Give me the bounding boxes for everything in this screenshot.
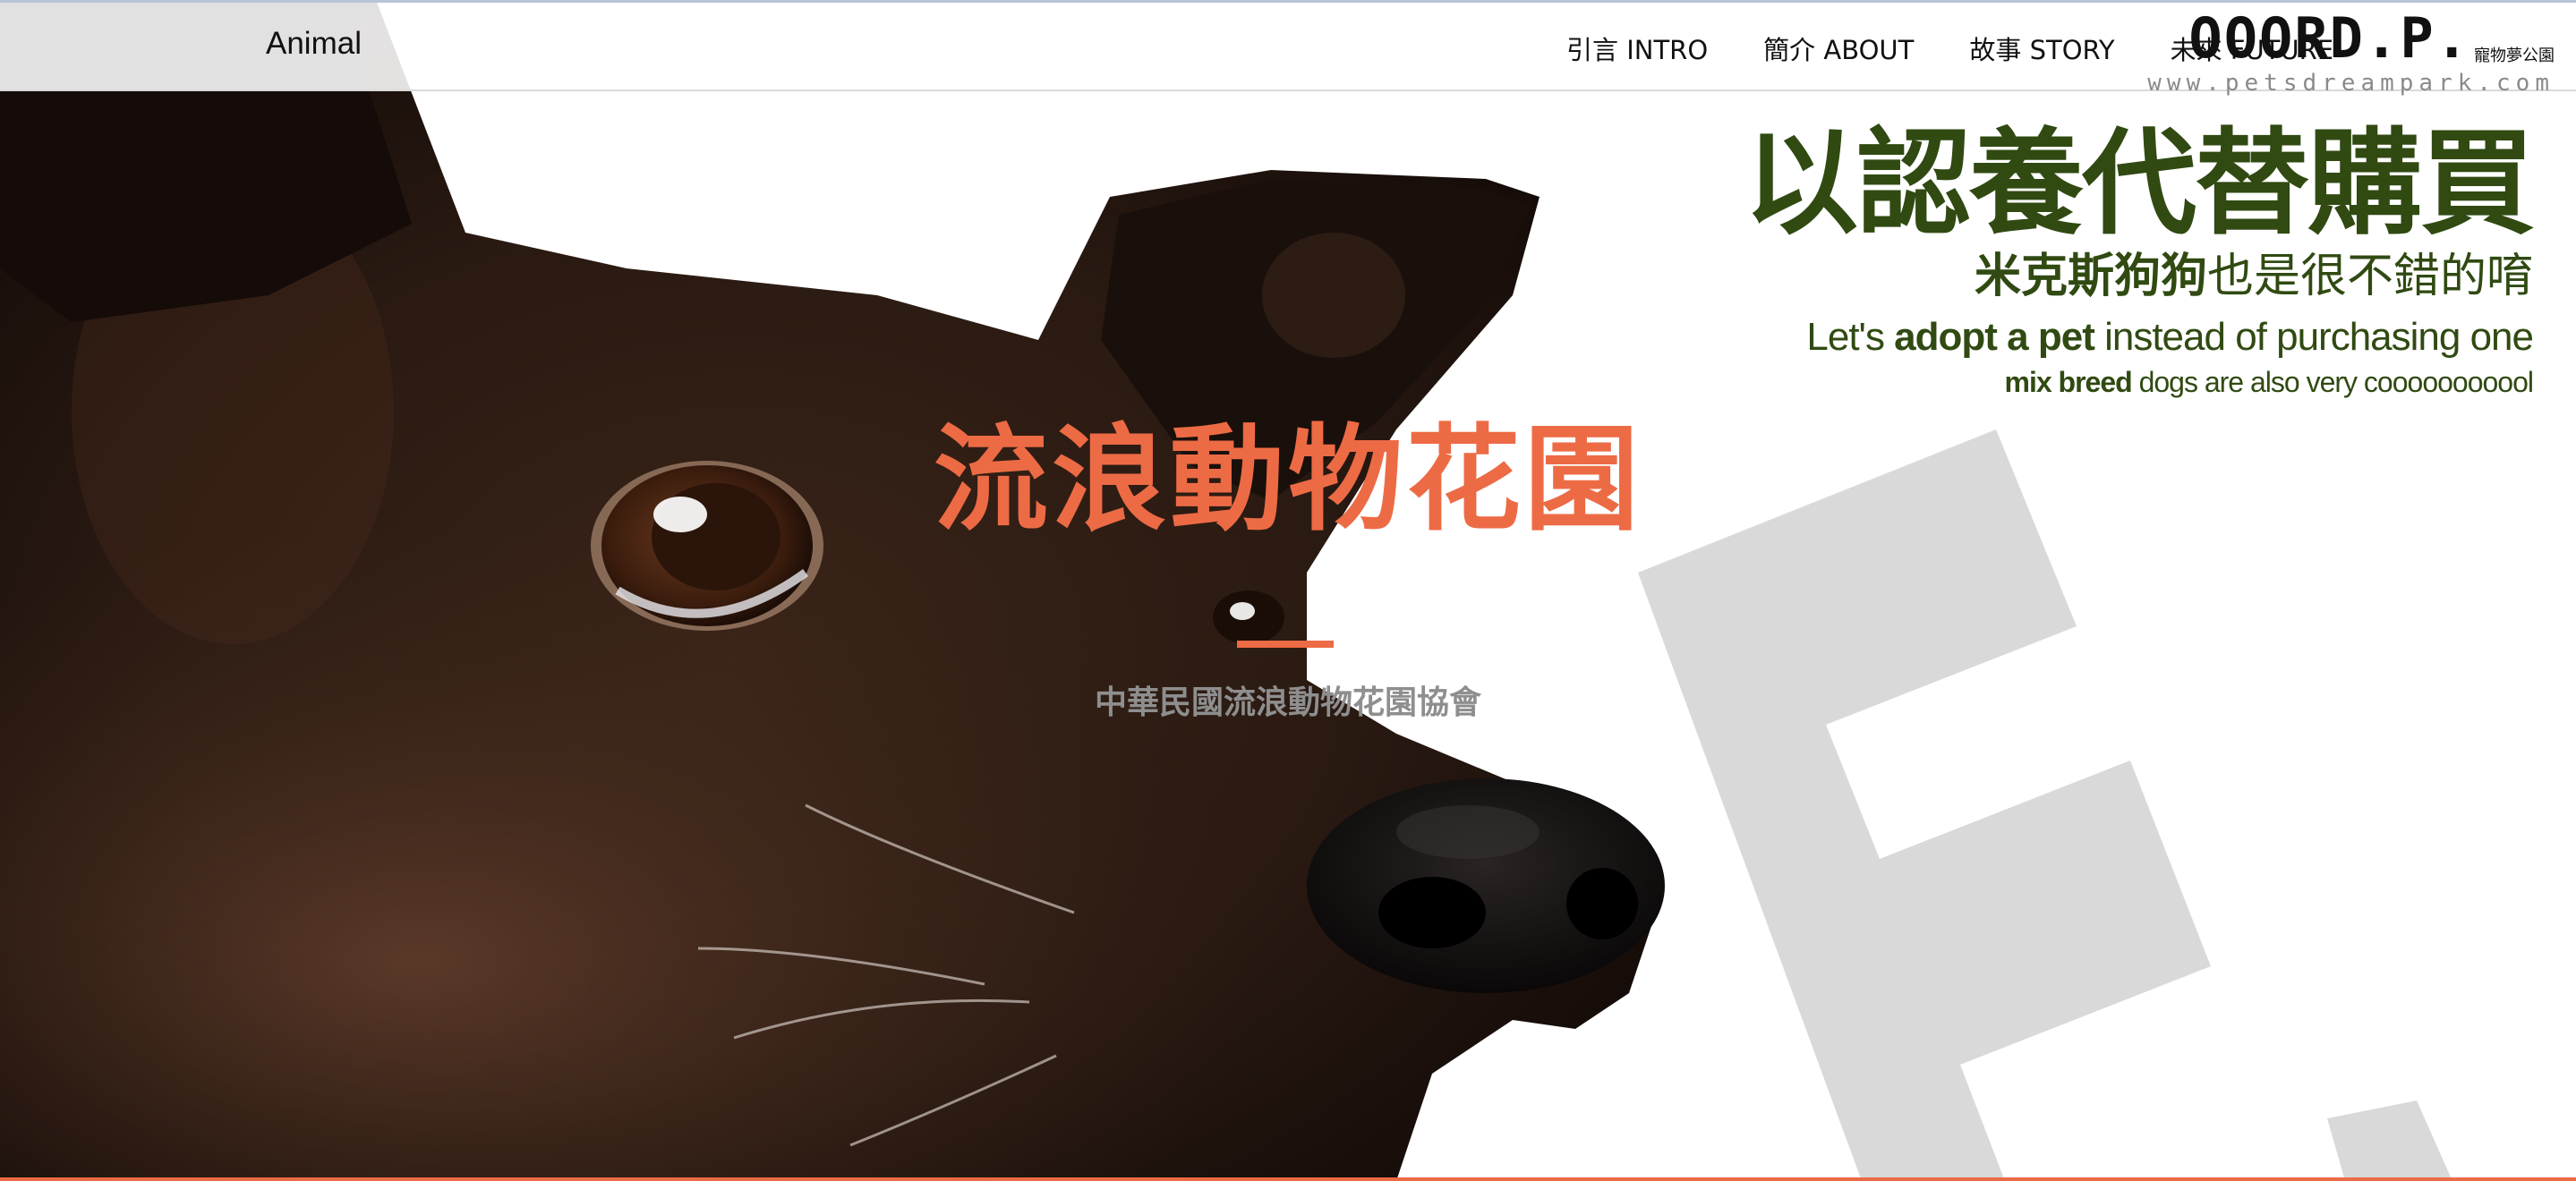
watermark-url: www.petsdreampark.com	[2147, 70, 2555, 97]
hero-divider	[1237, 641, 1334, 648]
promo-en1-bold: adopt a pet	[1894, 315, 2095, 359]
watermark-logo: OOORD.P. 寵物夢公園 www.petsdreampark.com	[2089, 5, 2555, 98]
adoption-promo: 以認養代替購買 米克斯狗狗也是很不錯的唷 Let's adopt a pet i…	[1743, 117, 2535, 401]
watermark-logo-cn: 寵物夢公園	[2474, 47, 2555, 65]
brand-link[interactable]: Animal	[266, 26, 362, 62]
nav-item-intro[interactable]: 引言 INTRO	[1566, 30, 1708, 67]
promo-en1-post: instead of purchasing one	[2094, 315, 2534, 359]
watermark-logo-text: OOORD.P.	[2188, 5, 2470, 71]
hero-subtitle: 中華民國流浪動物花園協會	[1094, 684, 1481, 721]
promo-subline-bold: 米克斯狗狗	[1974, 250, 2207, 303]
hero-title: 流浪動物花園	[933, 413, 1642, 547]
promo-subline-rest: 也是很不錯的唷	[2206, 250, 2533, 303]
promo-headline: 以認養代替購買	[1743, 117, 2535, 251]
page: Animal 引言 INTRO 簡介 ABOUT 故事 STORY 未來 FUT…	[0, 0, 2576, 1181]
bottom-accent-line	[0, 1177, 2576, 1181]
promo-en1-pre: Let's	[1806, 315, 1895, 359]
nav-item-about[interactable]: 簡介 ABOUT	[1763, 30, 1914, 67]
promo-english-line-1: Let's adopt a pet instead of purchasing …	[1744, 311, 2534, 363]
promo-subline-cn: 米克斯狗狗也是很不錯的唷	[1744, 247, 2533, 306]
